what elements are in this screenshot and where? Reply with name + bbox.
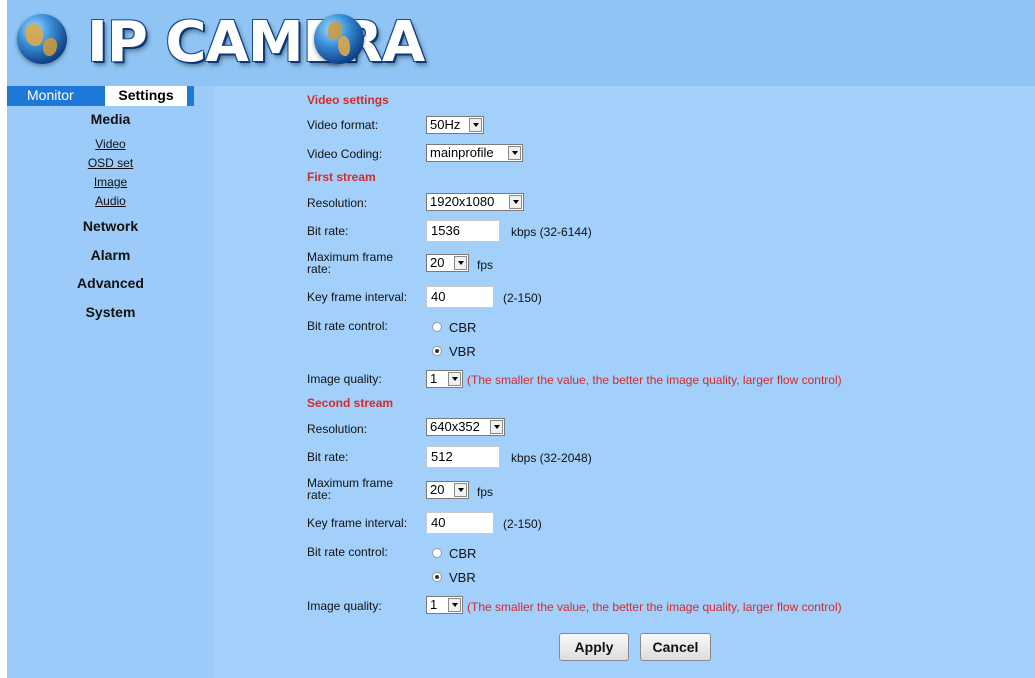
logo-text: IP CAMERA xyxy=(87,10,425,75)
menu-item-image[interactable]: Image xyxy=(7,175,214,189)
section-second-stream: Second stream xyxy=(307,396,394,410)
chevron-down-icon xyxy=(508,146,521,160)
first-control-label: Bit rate control: xyxy=(307,319,388,333)
video-format-label: Video format: xyxy=(307,118,379,132)
first-quality-note: (The smaller the value, the better the i… xyxy=(467,373,842,387)
video-coding-select[interactable]: mainprofile xyxy=(426,144,523,162)
menu-system[interactable]: System xyxy=(7,304,214,320)
menu-item-osd-set[interactable]: OSD set xyxy=(7,156,214,170)
first-bitrate-input[interactable]: 1536 xyxy=(426,220,500,242)
sidebar-menu: Monitor Settings Media Video OSD set Ima… xyxy=(7,86,214,678)
video-coding-label: Video Coding: xyxy=(307,147,383,161)
chevron-down-icon xyxy=(454,483,467,497)
first-maxfps-unit: fps xyxy=(477,258,494,272)
second-maxfps-select[interactable]: 20 xyxy=(426,481,469,499)
first-vbr-label: VBR xyxy=(449,344,476,359)
globe-icon xyxy=(17,14,67,64)
menu-network[interactable]: Network xyxy=(7,218,214,234)
menu-item-audio[interactable]: Audio xyxy=(7,194,214,208)
second-maxfps-label-line2: rate: xyxy=(307,488,332,502)
second-control-label: Bit rate control: xyxy=(307,545,388,559)
chevron-down-icon xyxy=(454,256,467,270)
section-first-stream: First stream xyxy=(307,170,376,184)
second-bitrate-hint: kbps (32-2048) xyxy=(511,451,592,465)
section-video-settings: Video settings xyxy=(307,93,389,107)
menu-media[interactable]: Media xyxy=(7,111,214,127)
globe-icon xyxy=(314,14,364,64)
second-resolution-value: 640x352 xyxy=(430,419,480,434)
second-keyframe-hint: (2-150) xyxy=(503,517,542,531)
cancel-button[interactable]: Cancel xyxy=(640,633,711,661)
second-quality-value: 1 xyxy=(430,597,438,612)
first-quality-label: Image quality: xyxy=(307,372,382,386)
first-keyframe-input[interactable]: 40 xyxy=(426,286,494,308)
first-keyframe-label: Key frame interval: xyxy=(307,290,408,304)
menu-alarm[interactable]: Alarm xyxy=(7,247,214,263)
second-vbr-radio[interactable] xyxy=(432,572,442,582)
tab-bar: Monitor Settings xyxy=(7,86,214,106)
first-maxfps-value: 20 xyxy=(430,255,445,270)
second-bitrate-label: Bit rate: xyxy=(307,450,349,464)
menu-advanced[interactable]: Advanced xyxy=(7,275,214,291)
first-maxfps-select[interactable]: 20 xyxy=(426,254,469,272)
second-keyframe-label: Key frame interval: xyxy=(307,516,408,530)
apply-button[interactable]: Apply xyxy=(559,633,629,661)
first-maxfps-label-line2: rate: xyxy=(307,262,332,276)
second-keyframe-input[interactable]: 40 xyxy=(426,512,494,534)
second-maxfps-unit: fps xyxy=(477,485,494,499)
first-cbr-radio[interactable] xyxy=(432,322,442,332)
second-quality-select[interactable]: 1 xyxy=(426,596,463,614)
chevron-down-icon xyxy=(469,118,482,132)
second-cbr-radio[interactable] xyxy=(432,548,442,558)
second-resolution-select[interactable]: 640x352 xyxy=(426,418,505,436)
second-bitrate-input[interactable]: 512 xyxy=(426,446,500,468)
first-keyframe-hint: (2-150) xyxy=(503,291,542,305)
first-resolution-select[interactable]: 1920x1080 xyxy=(426,193,524,211)
second-quality-label: Image quality: xyxy=(307,599,382,613)
tab-bar-edge xyxy=(187,86,194,106)
second-resolution-label: Resolution: xyxy=(307,422,368,436)
tab-monitor[interactable]: Monitor xyxy=(7,86,105,106)
second-quality-note: (The smaller the value, the better the i… xyxy=(467,600,842,614)
first-resolution-label: Resolution: xyxy=(307,196,368,210)
second-maxfps-value: 20 xyxy=(430,482,445,497)
chevron-down-icon xyxy=(448,372,461,386)
first-bitrate-label: Bit rate: xyxy=(307,224,349,238)
tab-settings[interactable]: Settings xyxy=(105,86,187,106)
second-cbr-label: CBR xyxy=(449,546,477,561)
video-format-select[interactable]: 50Hz xyxy=(426,116,484,134)
chevron-down-icon xyxy=(490,420,503,434)
first-cbr-label: CBR xyxy=(449,320,477,335)
video-coding-value: mainprofile xyxy=(430,145,494,160)
video-format-value: 50Hz xyxy=(430,117,461,132)
first-vbr-radio[interactable] xyxy=(432,346,442,356)
second-vbr-label: VBR xyxy=(449,570,476,585)
ip-camera-settings-page: IP CAMERA Monitor Settings Media Video O… xyxy=(0,0,1035,678)
menu-item-video[interactable]: Video xyxy=(7,137,214,151)
first-quality-value: 1 xyxy=(430,371,438,386)
header-banner: IP CAMERA xyxy=(7,0,1035,86)
chevron-down-icon xyxy=(448,598,461,612)
first-quality-select[interactable]: 1 xyxy=(426,370,463,388)
first-bitrate-hint: kbps (32-6144) xyxy=(511,225,592,239)
first-resolution-value: 1920x1080 xyxy=(430,194,495,209)
chevron-down-icon xyxy=(509,195,522,209)
